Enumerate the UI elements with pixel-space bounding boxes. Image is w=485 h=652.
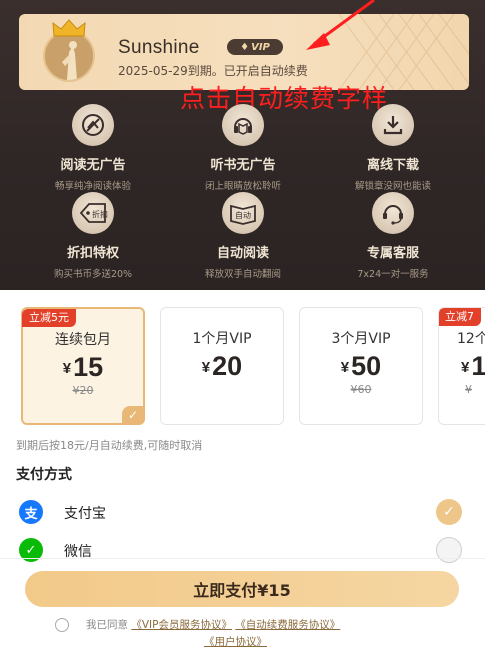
plan-card-3-month[interactable]: 3个月VIP ¥50 ¥60: [299, 307, 423, 425]
feature-title: 听书无广告: [210, 158, 276, 173]
currency-symbol: ¥: [201, 359, 211, 376]
agreement-line-1: 我已同意 《VIP会员服务协议》 《自动续费服务协议》: [86, 617, 340, 634]
original-price: ¥: [465, 383, 472, 396]
plan-price: ¥50: [300, 351, 422, 382]
auto-read-icon: 自动: [222, 192, 264, 234]
feature-subtitle: 解锁章没网也能读: [354, 181, 431, 192]
plan-selector: 立减5元 连续包月 ¥15 ¥20 ✓ 1个月VIP ¥20 3个月VIP ¥5…: [0, 303, 485, 427]
username: Sunshine: [118, 37, 200, 58]
vip-service-agreement-link[interactable]: 《VIP会员服务协议》: [131, 619, 232, 631]
feature-auto-read[interactable]: 自动 自动阅读 释放双手自动翻阅: [168, 192, 318, 280]
price-value: 15: [73, 352, 104, 382]
vip-badge: ♦ VIP: [227, 39, 283, 55]
payment-option-wechat[interactable]: ✓ 微信: [0, 535, 485, 565]
currency-symbol: ¥: [62, 360, 72, 377]
currency-symbol: ¥: [461, 359, 470, 376]
price-value: 50: [351, 351, 382, 381]
auto-renew-note: 到期后按18元/月自动续费,可随时取消: [16, 439, 203, 452]
crown-icon: [52, 19, 86, 37]
plan-card-12-month[interactable]: 立减7 12个 ¥1 ¥: [438, 307, 485, 425]
feature-subtitle: 畅享纯净阅读体验: [54, 181, 131, 192]
payment-label: 支付宝: [64, 506, 106, 522]
payment-radio-selected[interactable]: ✓: [436, 499, 462, 525]
feature-customer-service[interactable]: 专属客服 7x24一对一服务: [318, 192, 468, 280]
feature-title: 阅读无广告: [60, 158, 126, 173]
download-icon: [372, 104, 414, 146]
auto-read-icon-text: 自动: [235, 210, 251, 220]
plan-price: ¥15: [23, 352, 143, 383]
payment-radio[interactable]: [436, 537, 462, 563]
feature-no-ads-listening[interactable]: 听书无广告 闭上眼睛放松聆听: [168, 104, 318, 192]
feature-title: 专属客服: [366, 246, 419, 261]
payment-option-alipay[interactable]: 支 支付宝 ✓: [0, 497, 485, 527]
no-ads-reading-icon: [72, 104, 114, 146]
headphones-book-icon: [222, 104, 264, 146]
discount-badge: 立减5元: [22, 309, 76, 327]
user-agreement-link[interactable]: 《用户协议》: [204, 636, 267, 648]
diamond-icon: ♦: [240, 41, 250, 53]
customer-service-icon: [372, 192, 414, 234]
feature-subtitle: 闭上眼睛放松聆听: [204, 181, 281, 192]
price-value: 1: [471, 351, 485, 381]
feature-title: 离线下载: [366, 158, 419, 173]
discount-icon-text: 折扣: [92, 209, 108, 219]
alipay-icon: 支: [19, 500, 43, 524]
plan-name: 1个月VIP: [192, 331, 252, 347]
plan-price: ¥20: [161, 351, 283, 382]
vip-header-panel: Sunshine ♦ VIP 2025-05-29到期。已开启自动续费 点击自动…: [0, 0, 485, 290]
annotation-arrow-icon: [306, 0, 375, 50]
plan-price: ¥1: [439, 351, 485, 382]
original-price: ¥60: [350, 383, 372, 396]
plan-name: 连续包月: [55, 332, 111, 348]
currency-symbol: ¥: [340, 359, 350, 376]
original-price: ¥20: [72, 384, 94, 397]
payment-method-title: 支付方式: [16, 467, 72, 483]
auto-renew-agreement-link[interactable]: 《自动续费服务协议》: [235, 619, 340, 631]
plan-card-monthly-auto[interactable]: 立减5元 连续包月 ¥15 ¥20 ✓: [21, 307, 145, 425]
agreement-line-2: 《用户协议》: [204, 634, 267, 651]
plan-name: 12个: [457, 331, 485, 347]
feature-offline-download[interactable]: 离线下载 解锁章没网也能读: [318, 104, 468, 192]
feature-subtitle: 释放双手自动翻阅: [204, 269, 281, 280]
vip-badge-label: VIP: [251, 41, 270, 53]
pay-now-button[interactable]: 立即支付¥15: [25, 571, 459, 607]
feature-title: 自动阅读: [216, 246, 269, 261]
agreement-prefix: 我已同意: [86, 619, 128, 631]
feature-discount[interactable]: 折扣 折扣特权 购买书币多送20%: [18, 192, 168, 280]
feature-subtitle: 购买书币多送20%: [53, 269, 133, 280]
plan-name: 3个月VIP: [331, 331, 391, 347]
divider: [0, 558, 485, 559]
agreement-checkbox[interactable]: [55, 618, 69, 632]
selected-check-icon: ✓: [122, 406, 144, 424]
feature-no-ads-reading[interactable]: 阅读无广告 畅享纯净阅读体验: [18, 104, 168, 192]
feature-subtitle: 7x24一对一服务: [357, 269, 429, 280]
price-value: 20: [212, 351, 243, 381]
discount-tag-icon: 折扣: [72, 192, 114, 234]
feature-title: 折扣特权: [66, 246, 119, 261]
plan-card-1-month[interactable]: 1个月VIP ¥20: [160, 307, 284, 425]
membership-status-text[interactable]: 2025-05-29到期。已开启自动续费: [118, 62, 308, 79]
discount-badge: 立减7: [439, 308, 481, 326]
